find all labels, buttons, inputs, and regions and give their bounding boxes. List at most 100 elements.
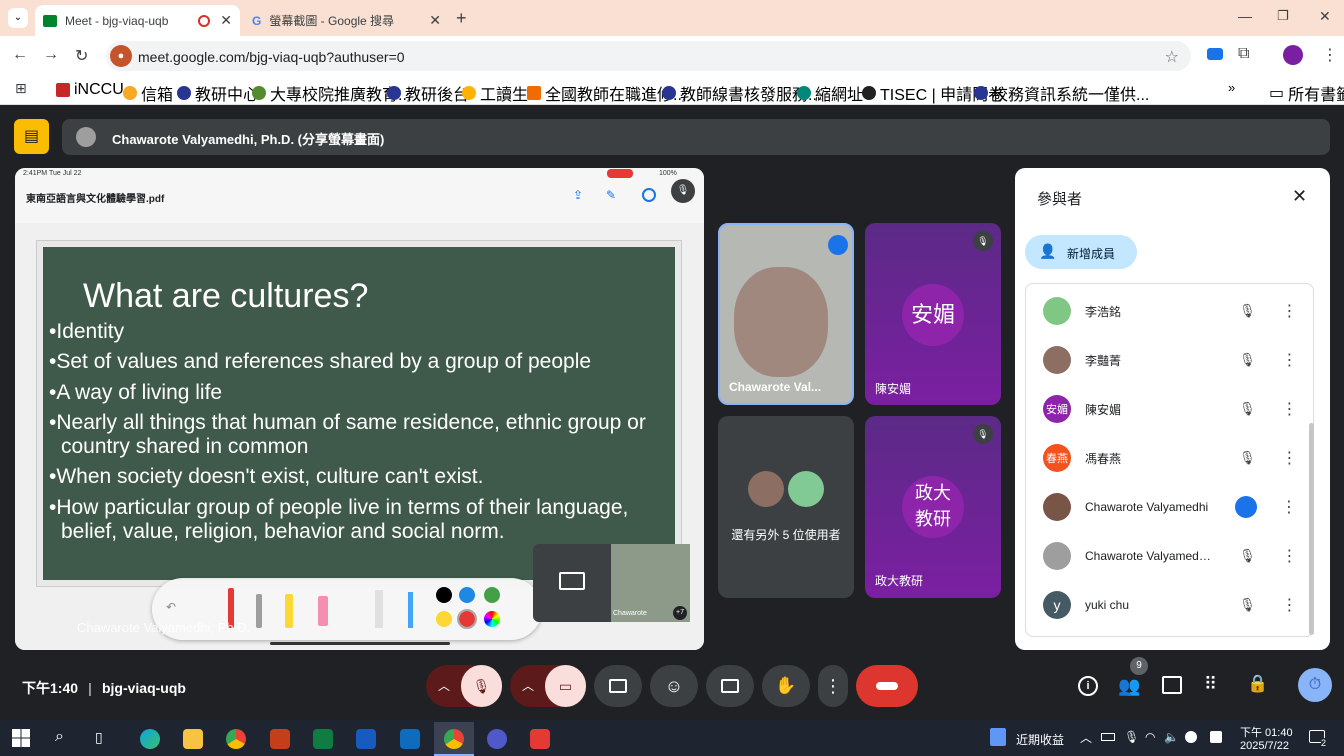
menu-icon[interactable]: ⋮ [1322,45,1338,65]
mic-off-icon: 🎙 [973,424,993,444]
overlay-name: Chawarote Valyamedhi, Ph.D. [77,620,251,635]
powerpoint-icon[interactable] [270,729,290,749]
avatar [1043,542,1071,570]
forward-button[interactable]: → [43,46,59,64]
participant-row[interactable]: 李豔菁 🎙 ⋮ [1027,340,1311,380]
apps-icon[interactable]: ⊞ [15,80,27,97]
bookmarks-more[interactable]: » [1228,80,1235,95]
reload-button[interactable]: ↻ [75,46,88,66]
tile-avatar: 政大教研 [902,476,964,538]
avatar: y [1043,591,1071,619]
video-tile-presenter[interactable]: Chawarote Val... [718,223,854,405]
captions-button[interactable] [706,665,754,707]
self-view-mini: Chawarote +7 [533,544,690,622]
clock-time[interactable]: 下午 01:40 [1240,724,1293,740]
more-options-icon[interactable]: ⋮ [1282,546,1298,566]
more-options-icon[interactable]: ⋮ [1282,399,1298,419]
chat-icon[interactable] [1162,676,1182,694]
raise-hand-button[interactable]: ✋ [762,665,810,707]
avatar [788,471,824,507]
close-window-button[interactable]: ✕ [1319,8,1331,25]
close-icon[interactable]: ✕ [1292,186,1307,207]
info-icon[interactable]: i [1078,676,1098,696]
chrome-icon[interactable] [226,729,246,749]
more-options-icon[interactable]: ⋮ [1282,448,1298,468]
bookmark-6[interactable]: 工讀生 [462,81,528,105]
video-tile-nccu[interactable]: 🎙 政大教研 政大教研 [865,416,1001,598]
participant-row[interactable]: 李浩銘 🎙 ⋮ [1027,291,1311,331]
bookmark-9[interactable]: 縮網址 [797,81,863,105]
participant-row[interactable]: 安媚 陳安媚 🎙 ⋮ [1027,389,1311,429]
news-text[interactable]: 近期收益 [1016,731,1064,748]
avatar: 春燕 [1043,444,1071,472]
maximize-button[interactable]: ❐ [1277,8,1289,24]
profile-avatar[interactable] [1283,45,1303,65]
word-icon[interactable] [356,729,376,749]
participant-row[interactable]: y yuki chu 🎙 ⋮ [1027,585,1311,625]
video-tile-others[interactable]: 還有另外 5 位使用者 [718,416,854,598]
mic-off-icon: 🎙 [1239,548,1256,563]
minimize-button[interactable]: — [1238,8,1252,24]
bookmark-5[interactable]: 教研後台 [387,81,469,105]
clock-date[interactable]: 2025/7/22 [1240,740,1289,752]
people-button[interactable]: 👥 [1118,676,1140,697]
new-tab-button[interactable]: + [456,8,467,29]
add-people-button[interactable]: 👤 新增成員 [1025,235,1137,269]
bookmark-11[interactable]: 校務資訊系統一僅供... [974,81,1149,105]
outlook-icon[interactable] [400,729,420,749]
avatar: 安媚 [1043,395,1071,423]
participant-row[interactable]: 春燕 馮春燕 🎙 ⋮ [1027,438,1311,478]
volume-icon[interactable]: 🔈 [1164,730,1179,744]
meeting-activities-icon[interactable]: ▤ [14,119,49,154]
status-time: 2:41PM Tue Jul 22 [23,170,82,177]
more-options-icon[interactable]: ⋮ [1282,350,1298,370]
extensions-icon[interactable]: ⧉ [1238,45,1249,63]
participant-row[interactable]: Chawarote Valyamedhi ⋮ [1027,487,1311,527]
more-options-icon[interactable]: ⋮ [1282,301,1298,321]
tab-google-search[interactable]: G 螢幕截圖 - Google 搜尋 ✕ [244,5,449,36]
start-button[interactable] [12,729,30,747]
present-button[interactable] [594,665,642,707]
activities-icon[interactable]: ⠿ [1204,674,1217,695]
mic-toggle-button[interactable]: 🎙 [461,665,502,707]
video-tile-chen[interactable]: 🎙 安媚 陳安媚 [865,223,1001,405]
chevron-up-icon[interactable]: ︿ [522,677,534,694]
bookmark-3[interactable]: 教研中心 [177,81,259,105]
news-icon[interactable] [990,728,1006,746]
camera-toggle-button[interactable]: ▭ [545,665,586,707]
slide-bullet: •Identity [49,320,125,343]
green-color-icon [484,587,500,603]
star-icon[interactable]: ☆ [1165,47,1179,67]
excel-icon[interactable] [313,729,333,749]
search-icon[interactable]: ⌕ [55,728,64,746]
more-options-icon[interactable]: ⋮ [1281,497,1297,517]
host-controls-icon[interactable]: 🔒 [1247,674,1268,694]
snipping-tool-icon[interactable] [530,729,550,749]
camera-icon[interactable] [1207,48,1223,60]
more-options-icon[interactable]: ⋮ [1282,595,1298,615]
file-explorer-icon[interactable] [183,729,203,749]
webex-icon[interactable] [487,729,507,749]
all-bookmarks[interactable]: ▭所有書籤 [1269,81,1344,105]
leave-call-button[interactable] [856,665,918,707]
close-icon[interactable]: ✕ [220,12,232,29]
timer-icon[interactable]: ⏱ [1298,668,1332,702]
wifi-icon[interactable]: ◠ [1145,730,1155,744]
address-bar[interactable]: ● meet.google.com/bjg-viaq-uqb?authuser=… [106,41,1191,71]
edge-icon[interactable] [140,729,160,749]
bookmark-1[interactable]: iNCCU [56,81,124,99]
back-button[interactable]: ← [12,46,28,64]
tile-name: Chawarote Val... [729,380,822,394]
more-options-button[interactable]: ⋮ [818,665,848,707]
task-view-icon[interactable]: ▯ [95,729,103,746]
participant-row[interactable]: Chawarote Valyamedhi,... 🎙 ⋮ [1027,536,1311,576]
reactions-button[interactable]: ☺ [650,665,698,707]
tab-search-button[interactable]: ⌄ [8,8,28,28]
close-icon[interactable]: ✕ [429,12,441,29]
shared-screen: 2:41PM Tue Jul 22 100% 東南亞語言與文化體驗學習.pdf … [15,168,704,650]
chevron-up-icon[interactable]: ︿ [438,677,450,694]
tab-meet[interactable]: Meet - bjg-viaq-uqb ✕ [35,5,240,36]
tray-chevron-icon[interactable]: ︿ [1080,729,1092,746]
bookmark-2[interactable]: 信箱 [123,81,173,105]
taskbar-active-chrome[interactable] [434,722,474,756]
